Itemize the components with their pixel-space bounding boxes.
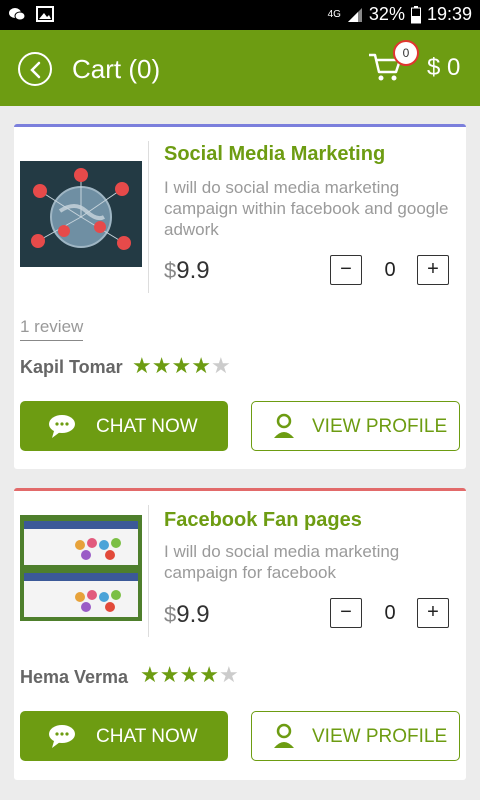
seller-name: Kapil Tomar xyxy=(20,357,123,377)
chat-now-label: CHAT NOW xyxy=(96,416,198,437)
chat-bubble-icon xyxy=(49,415,75,438)
divider xyxy=(148,505,149,637)
price-value: 9.9 xyxy=(176,601,210,628)
divider xyxy=(148,141,149,293)
price: $9.9 xyxy=(164,601,210,629)
chat-now-button[interactable]: CHAT NOW xyxy=(20,711,228,761)
star-filled-icon: ★ xyxy=(159,662,180,687)
gig-title[interactable]: Facebook Fan pages xyxy=(164,509,362,532)
gig-description: I will do social media marketing campaig… xyxy=(164,178,449,239)
star-empty-icon: ★ xyxy=(210,353,231,378)
signal-icon xyxy=(347,7,362,22)
view-profile-button[interactable]: VIEW PROFILE xyxy=(251,401,460,451)
chat-notification-icon xyxy=(9,8,26,21)
user-icon xyxy=(274,723,294,748)
view-profile-label: VIEW PROFILE xyxy=(312,726,448,747)
network-type: 4G xyxy=(327,9,341,20)
price-value: 9.9 xyxy=(176,257,210,284)
status-bar: 4G 32% 19:39 xyxy=(0,0,480,30)
facebook-fan-page-preview-icon xyxy=(20,515,142,621)
chat-now-button[interactable]: CHAT NOW xyxy=(20,401,228,451)
star-filled-icon: ★ xyxy=(179,662,200,687)
seller-name: Hema Verma xyxy=(20,667,129,687)
quantity-value: 0 xyxy=(384,602,396,624)
cart-total: $ 0 xyxy=(427,54,461,81)
increase-quantity-button[interactable]: + xyxy=(417,255,449,285)
star-empty-icon: ★ xyxy=(218,662,239,687)
user-icon xyxy=(274,413,294,438)
rating-stars: ★★★★★ xyxy=(140,664,239,686)
chat-bubble-icon xyxy=(49,725,75,748)
gig-title[interactable]: Social Media Marketing xyxy=(164,143,385,166)
review-link[interactable]: 1 review xyxy=(20,317,84,341)
view-profile-label: VIEW PROFILE xyxy=(312,416,448,437)
quantity-value: 0 xyxy=(384,259,396,281)
chat-now-label: CHAT NOW xyxy=(96,726,198,747)
image-notification-icon xyxy=(36,6,54,22)
social-network-globe-icon xyxy=(20,161,142,267)
gig-card: Social Media Marketing I will do social … xyxy=(14,124,466,469)
clock: 19:39 xyxy=(426,4,472,24)
star-filled-icon: ★ xyxy=(191,353,211,378)
gig-card: Facebook Fan pages I will do social medi… xyxy=(14,488,466,780)
price: $9.9 xyxy=(164,257,210,285)
chevron-left-icon xyxy=(30,61,41,79)
battery-icon xyxy=(410,5,421,23)
back-button[interactable] xyxy=(18,52,52,86)
decrease-quantity-button[interactable]: − xyxy=(330,255,362,285)
view-profile-button[interactable]: VIEW PROFILE xyxy=(251,711,460,761)
star-filled-icon: ★ xyxy=(140,662,160,687)
gig-description: I will do social media marketing campaig… xyxy=(164,542,400,582)
app-bar: Cart (0) 0 $ 0 xyxy=(0,30,480,106)
increase-quantity-button[interactable]: + xyxy=(417,598,449,628)
star-filled-icon: ★ xyxy=(171,353,192,378)
currency-symbol: $ xyxy=(164,602,177,627)
star-filled-icon: ★ xyxy=(151,353,172,378)
rating-stars: ★★★★★ xyxy=(132,355,231,377)
decrease-quantity-button[interactable]: − xyxy=(330,598,362,628)
currency-symbol: $ xyxy=(164,258,177,283)
star-filled-icon: ★ xyxy=(199,662,219,687)
page-title: Cart (0) xyxy=(72,54,161,84)
star-filled-icon: ★ xyxy=(132,353,152,378)
cart-count-badge: 0 xyxy=(393,40,419,66)
battery-percent: 32% xyxy=(368,4,405,24)
